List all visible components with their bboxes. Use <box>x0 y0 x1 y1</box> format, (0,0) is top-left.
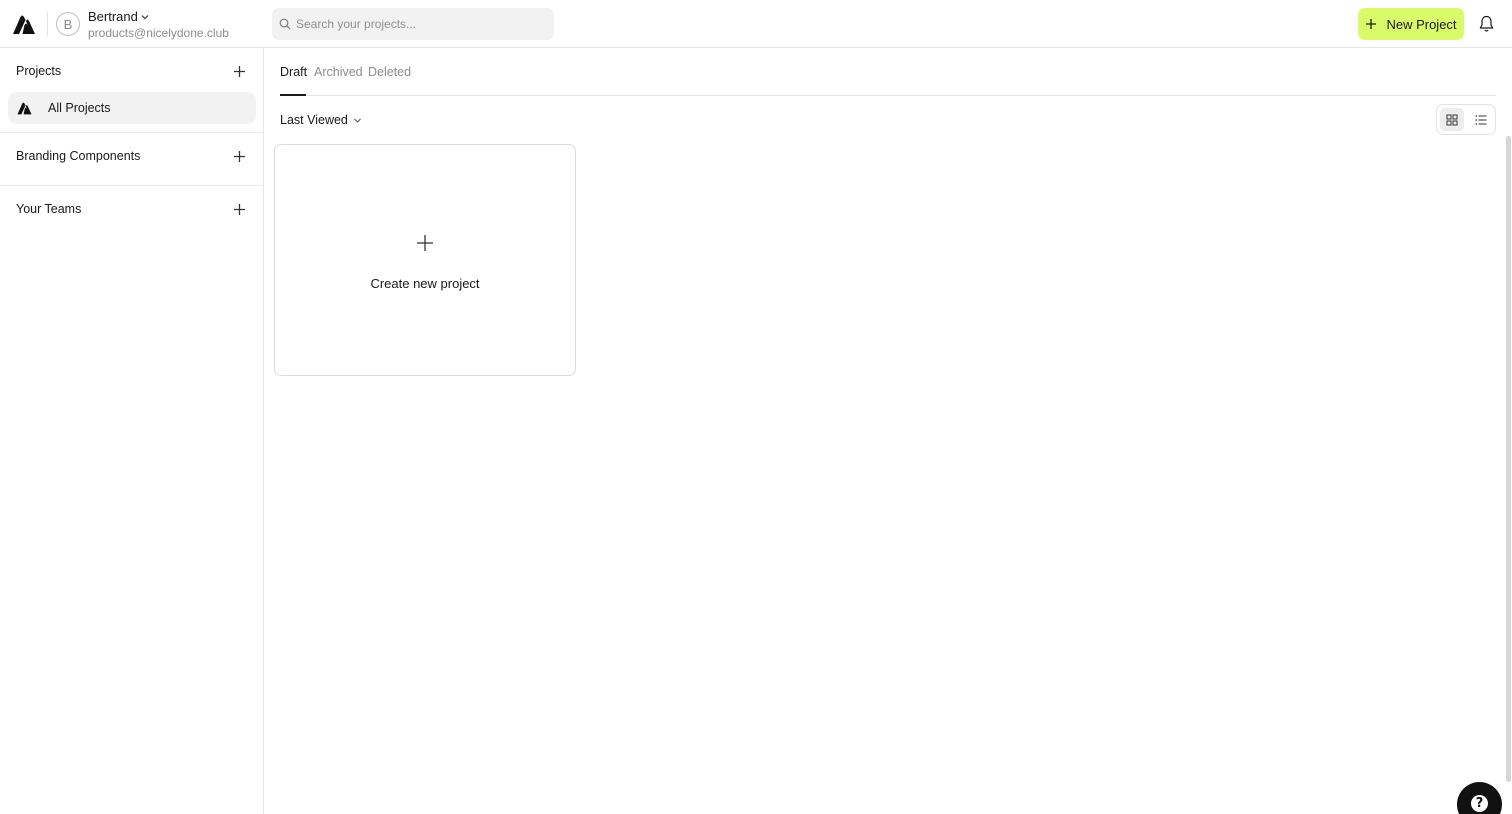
sidebar-item-all-projects[interactable]: All Projects <box>8 92 256 124</box>
chevron-down-icon <box>353 118 361 123</box>
new-project-button[interactable]: New Project <box>1358 8 1464 40</box>
main-content: Draft Archived Deleted Last Viewed Creat… <box>264 48 1512 814</box>
header-divider <box>47 12 48 36</box>
add-team-icon[interactable] <box>233 203 246 216</box>
scrollbar[interactable] <box>1502 48 1512 814</box>
search-input[interactable] <box>296 17 536 31</box>
new-project-label: New Project <box>1386 16 1457 32</box>
search-bar <box>272 8 554 40</box>
top-bar: B Bertrand products@nicelydone.club New … <box>0 0 1512 48</box>
chevron-down-icon <box>141 14 149 19</box>
sidebar-divider <box>0 185 263 186</box>
tab-deleted[interactable]: Deleted <box>368 65 411 79</box>
project-tabs: Draft Archived Deleted <box>280 48 1496 96</box>
plus-icon <box>1366 19 1377 29</box>
create-project-card[interactable]: Create new project <box>274 144 576 376</box>
help-icon: ? <box>1471 795 1488 812</box>
create-project-label: Create new project <box>370 276 480 291</box>
list-icon <box>1475 114 1487 125</box>
bell-icon[interactable] <box>1478 15 1495 33</box>
tab-archived[interactable]: Archived <box>314 65 363 79</box>
sidebar-divider <box>0 132 263 133</box>
add-branding-component-icon[interactable] <box>233 150 246 163</box>
branding-components-title: Branding Components <box>16 149 141 163</box>
view-toggle <box>1436 104 1496 135</box>
brand-logo-icon[interactable] <box>12 13 36 35</box>
sort-label: Last Viewed <box>280 113 348 127</box>
sidebar-item-label: All Projects <box>48 101 111 115</box>
search-icon <box>279 18 291 30</box>
user-name: Bertrand <box>88 9 138 24</box>
projects-section-header: Projects <box>0 62 263 82</box>
grid-icon <box>1446 114 1458 125</box>
your-teams-title: Your Teams <box>16 202 82 216</box>
active-tab-indicator <box>280 94 306 96</box>
teams-section-header: Your Teams <box>0 200 263 220</box>
avatar[interactable]: B <box>56 12 80 36</box>
grid-view-button[interactable] <box>1440 108 1464 131</box>
brand-logo-icon <box>17 102 32 115</box>
sidebar: Projects All Projects Branding Component… <box>0 48 264 814</box>
branding-section-header: Branding Components <box>0 147 263 167</box>
scrollbar-thumb[interactable] <box>1506 136 1511 782</box>
tab-draft[interactable]: Draft <box>280 65 307 79</box>
add-project-icon[interactable] <box>233 65 246 78</box>
sort-dropdown[interactable]: Last Viewed <box>280 113 362 127</box>
user-menu-toggle[interactable]: Bertrand <box>88 9 150 24</box>
projects-title: Projects <box>16 64 62 78</box>
list-view-button[interactable] <box>1469 108 1493 131</box>
plus-icon <box>417 235 433 251</box>
user-email: products@nicelydone.club <box>88 26 229 40</box>
